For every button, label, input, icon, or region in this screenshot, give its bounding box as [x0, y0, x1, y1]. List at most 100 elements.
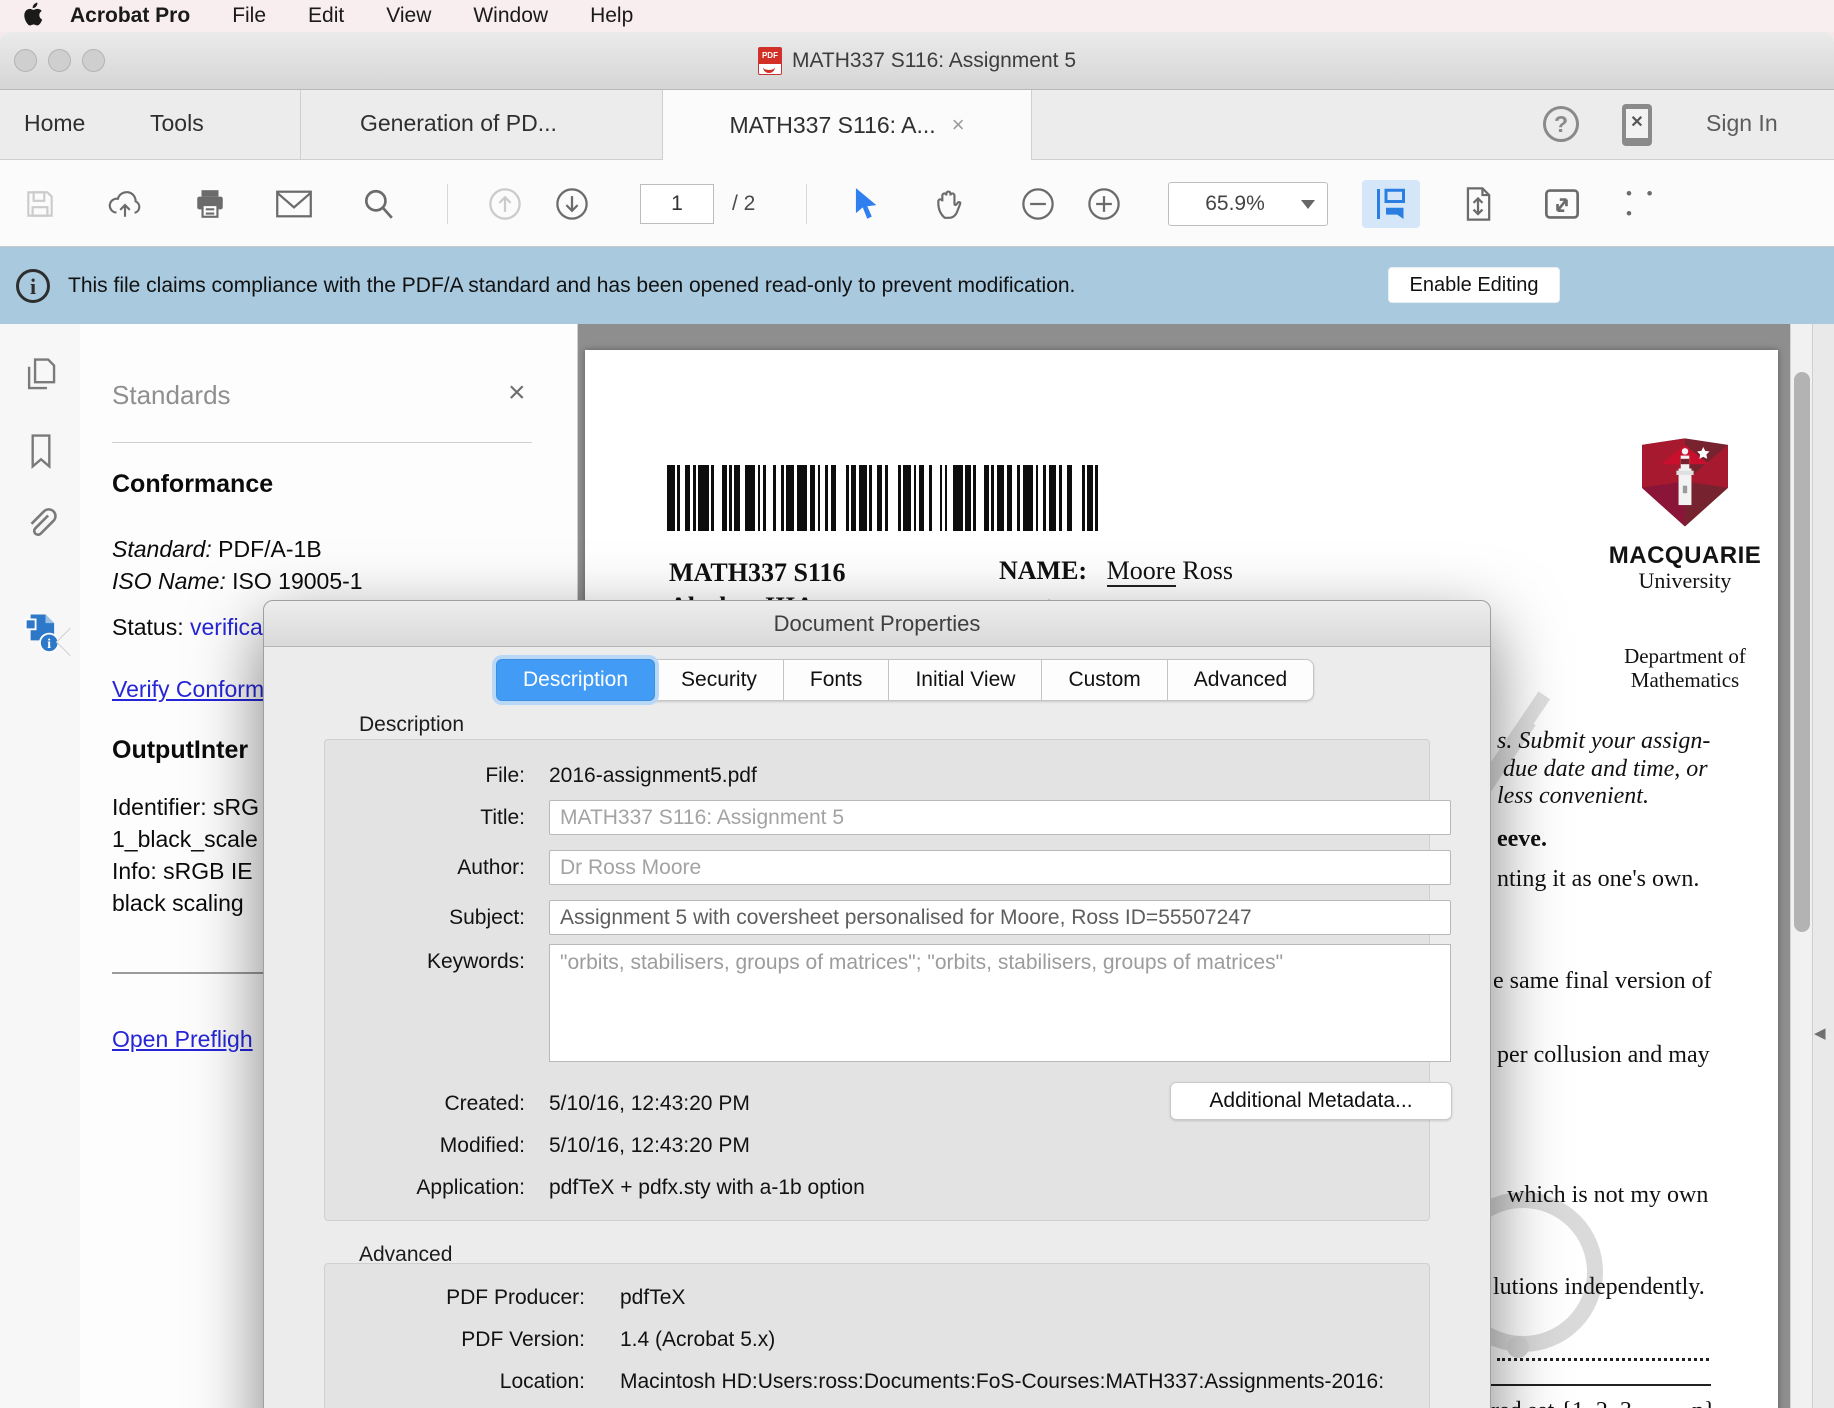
- pdf-text-fragment: due date and time, or: [1503, 756, 1708, 783]
- more-tools-icon[interactable]: • • •: [1626, 184, 1666, 224]
- zoom-out-icon[interactable]: [1018, 184, 1058, 224]
- tab-tools[interactable]: Tools: [150, 110, 204, 137]
- fit-page-icon[interactable]: [1458, 184, 1498, 224]
- identifier-line-3: Info: sRGB IE: [112, 858, 253, 885]
- page-scrolling-mode-icon[interactable]: [1362, 180, 1420, 228]
- vertical-scrollbar[interactable]: [1790, 324, 1812, 1408]
- window-title: MATH337 S116: Assignment 5: [792, 49, 1076, 73]
- traffic-light-close[interactable]: [14, 49, 37, 72]
- mobile-device-icon[interactable]: ✕: [1622, 104, 1652, 146]
- pdf-text-fragment: per collusion and may: [1497, 1042, 1710, 1069]
- traffic-light-minimize[interactable]: [48, 49, 71, 72]
- bookmarks-icon[interactable]: [22, 432, 60, 470]
- previous-page-icon[interactable]: [485, 184, 525, 224]
- chevron-down-icon: [1301, 200, 1315, 209]
- select-tool-icon[interactable]: [845, 184, 885, 224]
- email-icon[interactable]: [274, 184, 314, 224]
- fullscreen-icon[interactable]: [1542, 184, 1582, 224]
- search-icon[interactable]: [358, 184, 398, 224]
- sign-in-button[interactable]: Sign In: [1706, 110, 1778, 137]
- menu-app-name[interactable]: Acrobat Pro: [70, 4, 190, 28]
- zoom-level-value: 65.9%: [1169, 192, 1301, 216]
- keywords-label: Keywords:: [325, 950, 525, 974]
- doc-tab-active[interactable]: MATH337 S116: A... ×: [662, 90, 1032, 160]
- tab-description[interactable]: Description: [496, 659, 655, 701]
- file-label: File:: [325, 764, 525, 788]
- standards-panel-icon[interactable]: i: [22, 612, 60, 650]
- created-label: Created:: [325, 1092, 525, 1116]
- close-panel-icon[interactable]: ×: [508, 376, 526, 410]
- macquarie-shield-icon: [1642, 438, 1728, 542]
- pdf-text-fragment: which is not my own: [1507, 1182, 1708, 1209]
- author-input[interactable]: [549, 850, 1451, 885]
- zoom-in-icon[interactable]: [1084, 184, 1124, 224]
- tab-initial-view[interactable]: Initial View: [889, 659, 1042, 701]
- pdf-text-fragment: nting it as one's own.: [1497, 866, 1699, 893]
- toolbar: / 2 65.9%: [0, 160, 1834, 247]
- answer-dotted-line: [1497, 1358, 1709, 1361]
- pdf-text-fragment: eeve.: [1497, 826, 1547, 853]
- apple-icon[interactable]: [22, 2, 44, 28]
- open-preflight-link[interactable]: Open Prefligh: [112, 1026, 253, 1053]
- menu-item-view[interactable]: View: [386, 4, 431, 28]
- menu-item-help[interactable]: Help: [590, 4, 633, 28]
- attachments-icon[interactable]: [22, 506, 60, 544]
- tab-advanced[interactable]: Advanced: [1168, 659, 1314, 701]
- author-label: Author:: [325, 856, 525, 880]
- page-number-input[interactable]: [640, 184, 714, 224]
- scrollbar-thumb[interactable]: [1794, 372, 1810, 932]
- tab-home[interactable]: Home: [24, 110, 85, 137]
- additional-metadata-button[interactable]: Additional Metadata...: [1170, 1082, 1452, 1120]
- department-line-1: Department of: [1595, 644, 1775, 669]
- doc-tab-generation[interactable]: Generation of PD...: [360, 110, 557, 137]
- tab-fonts[interactable]: Fonts: [784, 659, 890, 701]
- info-icon: i: [16, 269, 50, 303]
- barcode: [667, 465, 1179, 531]
- cloud-upload-icon[interactable]: [105, 184, 145, 224]
- tab-custom[interactable]: Custom: [1042, 659, 1167, 701]
- menu-item-edit[interactable]: Edit: [308, 4, 344, 28]
- next-page-icon[interactable]: [552, 184, 592, 224]
- print-icon[interactable]: [190, 184, 230, 224]
- application-value: pdfTeX + pdfx.sty with a-1b option: [549, 1176, 865, 1200]
- pdf-text-fragment: red set {1, 2, 3, . . . , n},: [1491, 1398, 1721, 1408]
- standard-value: PDF/A-1B: [218, 536, 322, 562]
- page-thumbnails-icon[interactable]: [22, 356, 60, 394]
- tab-security[interactable]: Security: [655, 659, 784, 701]
- collapse-panel-arrow-icon[interactable]: ◀: [1814, 1024, 1826, 1042]
- close-tab-icon[interactable]: ×: [952, 112, 965, 138]
- keywords-input[interactable]: "orbits, stabilisers, groups of matrices…: [549, 944, 1451, 1062]
- subject-input[interactable]: [549, 900, 1451, 935]
- hand-tool-icon[interactable]: [930, 184, 970, 224]
- verify-conformance-link[interactable]: Verify Conform: [112, 676, 264, 703]
- svg-text:i: i: [47, 636, 51, 651]
- iso-name-value: ISO 19005-1: [232, 568, 362, 594]
- modified-label: Modified:: [325, 1134, 525, 1158]
- identifier-line-4: black scaling: [112, 890, 244, 917]
- menu-bar: Acrobat Pro File Edit View Window Help: [0, 0, 1834, 32]
- page-total-label: / 2: [732, 192, 755, 216]
- application-label: Application:: [325, 1176, 525, 1200]
- title-input[interactable]: [549, 800, 1451, 835]
- enable-editing-button[interactable]: Enable Editing: [1388, 267, 1560, 303]
- iso-name-label: ISO Name:: [112, 568, 226, 594]
- menu-item-window[interactable]: Window: [473, 4, 548, 28]
- screen: Acrobat Pro File Edit View Window Help P…: [0, 0, 1834, 1408]
- description-groupbox: File: 2016-assignment5.pdf Title: Author…: [324, 739, 1430, 1221]
- help-icon[interactable]: ?: [1543, 106, 1579, 142]
- notice-message: This file claims compliance with the PDF…: [68, 274, 1075, 298]
- save-icon[interactable]: [20, 184, 60, 224]
- macquarie-name: MACQUARIE: [1595, 542, 1775, 570]
- zoom-level-select[interactable]: 65.9%: [1168, 182, 1328, 226]
- output-intent-heading: OutputInter: [112, 736, 248, 765]
- pdf-version-label: PDF Version:: [325, 1328, 585, 1352]
- pdfa-notice-bar: i This file claims compliance with the P…: [0, 247, 1834, 324]
- conformance-heading: Conformance: [112, 470, 273, 499]
- answer-rule: [1485, 1384, 1711, 1386]
- macquarie-logo: MACQUARIE University: [1595, 438, 1775, 594]
- pdf-version-value: 1.4 (Acrobat 5.x): [620, 1328, 775, 1352]
- menu-item-file[interactable]: File: [232, 4, 266, 28]
- file-value: 2016-assignment5.pdf: [549, 764, 757, 788]
- created-value: 5/10/16, 12:43:20 PM: [549, 1092, 750, 1116]
- traffic-light-zoom[interactable]: [82, 49, 105, 72]
